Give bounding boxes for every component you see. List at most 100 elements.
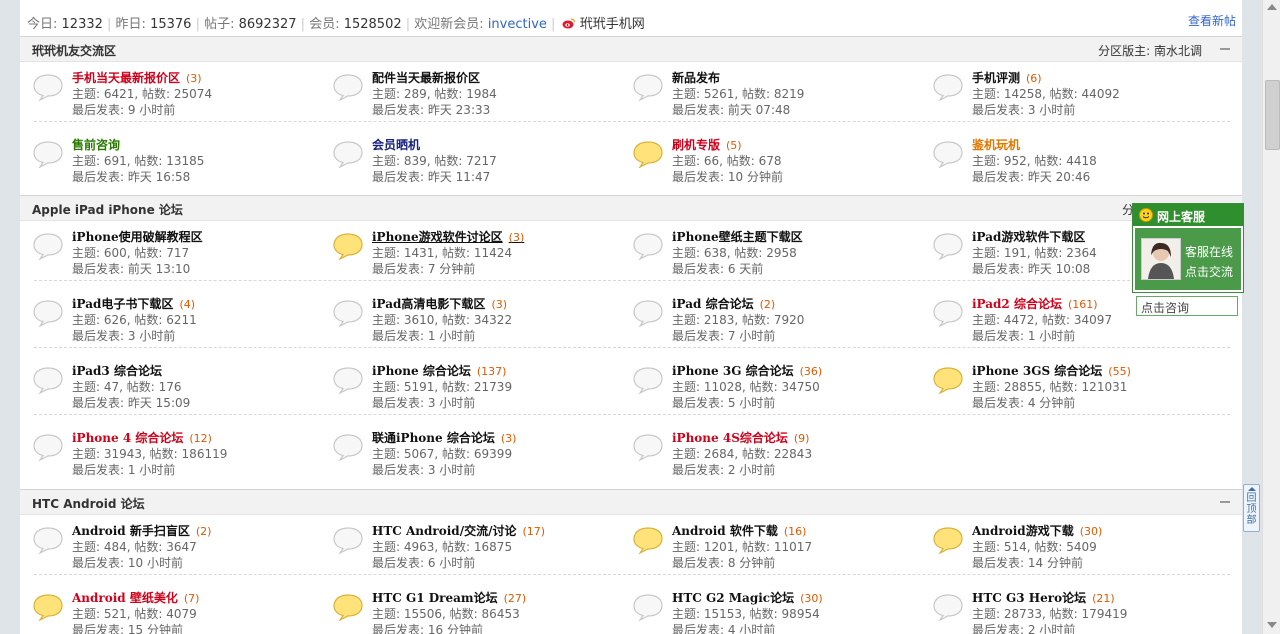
forum-bubble-icon[interactable] <box>632 73 664 102</box>
last-post-time[interactable]: 4 分钟前 <box>1028 396 1075 410</box>
forum-name-link[interactable]: iPad高清电影下载区 (3) <box>372 295 507 312</box>
forum-name-link[interactable]: 联通iPhone 综合论坛 (3) <box>372 429 516 446</box>
last-post-time[interactable]: 昨天 16:58 <box>128 170 190 184</box>
forum-name-link[interactable]: HTC G3 Hero论坛 (21) <box>972 589 1115 606</box>
view-new-posts-link[interactable]: 查看新帖 <box>1188 12 1236 29</box>
last-post-time[interactable]: 昨天 15:09 <box>128 396 190 410</box>
forum-name-link[interactable]: 新品发布 <box>672 69 720 86</box>
last-post-time[interactable]: 前天 07:48 <box>728 103 790 117</box>
forum-name-link[interactable]: 刷机专版 (5) <box>672 136 742 153</box>
last-post-time[interactable]: 8 分钟前 <box>728 556 775 570</box>
forum-name-link[interactable]: iPhone壁纸主题下载区 <box>672 228 803 245</box>
last-post-time[interactable]: 昨天 11:47 <box>428 170 490 184</box>
forum-name-link[interactable]: 会员晒机 <box>372 136 420 153</box>
forum-bubble-icon[interactable] <box>932 366 964 395</box>
forum-bubble-icon[interactable] <box>632 433 664 462</box>
last-post-time[interactable]: 7 分钟前 <box>428 262 475 276</box>
forum-bubble-icon[interactable] <box>32 366 64 395</box>
forum-name-link[interactable]: HTC G1 Dream论坛 (27) <box>372 589 526 606</box>
last-post-time[interactable]: 5 小时前 <box>728 396 775 410</box>
section-title[interactable]: HTC Android 论坛 <box>32 495 145 512</box>
forum-name-link[interactable]: iPad2 综合论坛 (161) <box>972 295 1098 312</box>
forum-bubble-icon[interactable] <box>632 232 664 261</box>
last-post-time[interactable]: 7 小时前 <box>728 329 775 343</box>
new-member-link[interactable]: invective <box>488 17 547 32</box>
last-post-time[interactable]: 3 小时前 <box>1028 103 1075 117</box>
last-post-time[interactable]: 昨天 23:33 <box>428 103 490 117</box>
forum-name-link[interactable]: iPhone 3G 综合论坛 (36) <box>672 362 822 379</box>
forum-bubble-icon[interactable] <box>332 232 364 261</box>
forum-bubble-icon[interactable] <box>332 299 364 328</box>
forum-name-link[interactable]: iPhone使用破解教程区 <box>72 228 203 245</box>
last-post-time[interactable]: 1 小时前 <box>428 329 475 343</box>
forum-bubble-icon[interactable] <box>32 232 64 261</box>
page-scrollbar[interactable] <box>1262 0 1280 634</box>
forum-bubble-icon[interactable] <box>932 526 964 555</box>
last-post-time[interactable]: 2 小时前 <box>1028 623 1075 634</box>
forum-name-link[interactable]: Android 软件下载 (16) <box>672 522 806 539</box>
last-post-time[interactable]: 14 分钟前 <box>1028 556 1083 570</box>
forum-name-link[interactable]: iPad游戏软件下载区 <box>972 228 1085 245</box>
forum-name-link[interactable]: iPad电子书下载区 (4) <box>72 295 195 312</box>
forum-bubble-icon[interactable] <box>632 299 664 328</box>
scroll-down-arrow-icon[interactable] <box>1267 622 1277 628</box>
forum-name-link[interactable]: HTC Android/交流/讨论 (17) <box>372 522 545 539</box>
forum-bubble-icon[interactable] <box>632 366 664 395</box>
forum-bubble-icon[interactable] <box>632 526 664 555</box>
forum-name-link[interactable]: iPhone 3GS 综合论坛 (55) <box>972 362 1131 379</box>
consult-button[interactable]: 点击咨询 <box>1136 296 1238 316</box>
forum-bubble-icon[interactable] <box>932 140 964 169</box>
last-post-time[interactable]: 4 小时前 <box>728 623 775 634</box>
service-click-text[interactable]: 点击交流 <box>1185 263 1233 280</box>
forum-name-link[interactable]: 售前咨询 <box>72 136 120 153</box>
last-post-time[interactable]: 10 分钟前 <box>728 170 783 184</box>
forum-bubble-icon[interactable] <box>32 140 64 169</box>
section-title[interactable]: 玳玳机友交流区 <box>32 42 116 59</box>
last-post-time[interactable]: 昨天 10:08 <box>1028 262 1090 276</box>
forum-name-link[interactable]: HTC G2 Magic论坛 (30) <box>672 589 823 606</box>
forum-bubble-icon[interactable] <box>332 366 364 395</box>
forum-bubble-icon[interactable] <box>332 140 364 169</box>
last-post-time[interactable]: 9 小时前 <box>128 103 175 117</box>
forum-name-link[interactable]: iPhone 4S综合论坛 (9) <box>672 429 809 446</box>
last-post-time[interactable]: 1 小时前 <box>128 463 175 477</box>
forum-bubble-icon[interactable] <box>32 526 64 555</box>
forum-name-link[interactable]: Android 新手扫盲区 (2) <box>72 522 211 539</box>
weibo-icon[interactable] <box>562 17 576 29</box>
forum-bubble-icon[interactable] <box>332 593 364 622</box>
customer-service-widget[interactable]: 网上客服 客服在线 点击交流 <box>1132 203 1244 293</box>
collapse-icon[interactable] <box>1220 501 1230 503</box>
collapse-icon[interactable] <box>1220 48 1230 50</box>
forum-bubble-icon[interactable] <box>32 299 64 328</box>
last-post-time[interactable]: 10 小时前 <box>128 556 183 570</box>
forum-name-link[interactable]: iPhone 4 综合论坛 (12) <box>72 429 212 446</box>
last-post-time[interactable]: 6 小时前 <box>428 556 475 570</box>
forum-name-link[interactable]: iPhone 综合论坛 (137) <box>372 362 506 379</box>
forum-name-link[interactable]: iPad 综合论坛 (2) <box>672 295 775 312</box>
last-post-time[interactable]: 3 小时前 <box>428 396 475 410</box>
last-post-time[interactable]: 15 分钟前 <box>128 623 183 634</box>
forum-bubble-icon[interactable] <box>632 140 664 169</box>
last-post-time[interactable]: 3 小时前 <box>128 329 175 343</box>
forum-bubble-icon[interactable] <box>632 593 664 622</box>
last-post-time[interactable]: 6 天前 <box>728 262 763 276</box>
last-post-time[interactable]: 前天 13:10 <box>128 262 190 276</box>
forum-name-link[interactable]: 配件当天最新报价区 <box>372 69 480 86</box>
scroll-up-arrow-icon[interactable] <box>1267 4 1277 10</box>
last-post-time[interactable]: 1 小时前 <box>1028 329 1075 343</box>
forum-bubble-icon[interactable] <box>932 73 964 102</box>
forum-bubble-icon[interactable] <box>32 593 64 622</box>
forum-name-link[interactable]: 鉴机玩机 <box>972 136 1020 153</box>
forum-name-link[interactable]: 手机评测 (6) <box>972 69 1042 86</box>
section-title[interactable]: Apple iPad iPhone 论坛 <box>32 201 183 218</box>
forum-bubble-icon[interactable] <box>32 73 64 102</box>
last-post-time[interactable]: 3 小时前 <box>428 463 475 477</box>
last-post-time[interactable]: 16 分钟前 <box>428 623 483 634</box>
back-to-top-button[interactable]: 回顶部 <box>1243 484 1260 532</box>
last-post-time[interactable]: 昨天 20:46 <box>1028 170 1090 184</box>
forum-bubble-icon[interactable] <box>932 232 964 261</box>
forum-name-link[interactable]: Android游戏下载 (30) <box>972 522 1102 539</box>
forum-bubble-icon[interactable] <box>332 526 364 555</box>
forum-name-link[interactable]: 手机当天最新报价区 (3) <box>72 69 202 86</box>
forum-bubble-icon[interactable] <box>332 433 364 462</box>
